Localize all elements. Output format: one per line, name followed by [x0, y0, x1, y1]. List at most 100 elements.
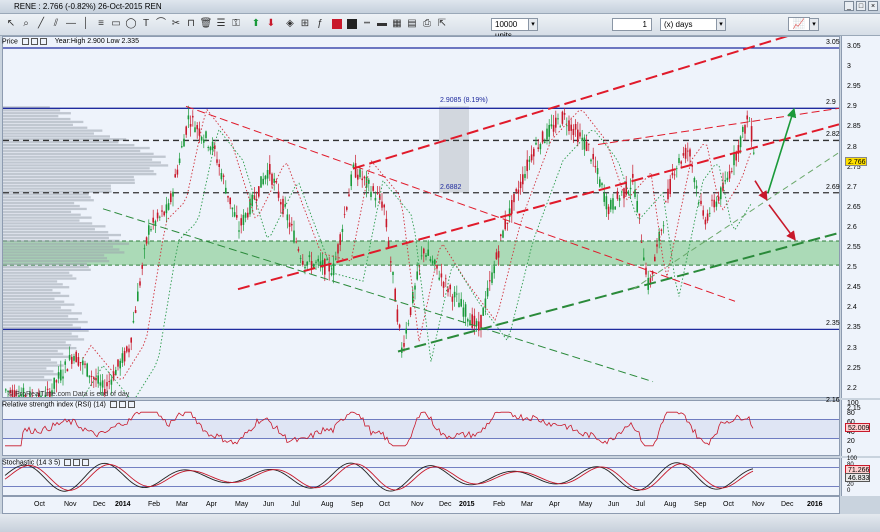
- chart-type-icon[interactable]: 📈: [788, 17, 810, 31]
- year-range-text: Year:High 2.900 Low 2.335: [54, 38, 139, 46]
- panel-close-icon[interactable]: [73, 459, 81, 466]
- panel-close-icon[interactable]: [30, 38, 38, 45]
- x-tick-label: Feb: [148, 501, 161, 508]
- rsi-tick-label: 80: [847, 409, 855, 417]
- upper-thin-red-line: [597, 107, 839, 145]
- price-label: Price: [2, 38, 18, 46]
- panel-expand-icon[interactable]: [39, 38, 47, 45]
- price-tick-label: 3.05: [847, 43, 861, 50]
- cursor-icon[interactable]: ↖: [4, 17, 18, 31]
- x-tick-label: Aug: [321, 501, 334, 508]
- list-icon[interactable]: ☰: [214, 17, 228, 31]
- measure-rectangle: [439, 106, 469, 193]
- price-panel-header: Price Year:High 2.900 Low 2.335: [2, 38, 139, 48]
- stochastic-chart[interactable]: [3, 459, 839, 495]
- annotation-level-label: 2.6882: [440, 183, 462, 191]
- window-titlebar: RENE : 2.766 (-0.82%) 26-Oct-2015 REN _ …: [0, 0, 880, 14]
- x-tick-label: Dec: [439, 501, 452, 508]
- x-tick-label: Dec: [781, 501, 794, 508]
- tools-icon[interactable]: ✂: [169, 17, 183, 31]
- price-tick-label: 2.2: [847, 384, 857, 392]
- color-red-icon[interactable]: [330, 17, 344, 31]
- close-button[interactable]: ×: [868, 1, 878, 11]
- x-tick-label: 2016: [807, 501, 823, 508]
- export-icon[interactable]: ⇱: [435, 17, 449, 31]
- annotation-high-label: 2.9085 (8.19%): [440, 97, 488, 105]
- vertical-line-icon[interactable]: │: [79, 17, 93, 31]
- x-tick-label: Nov: [411, 501, 424, 508]
- level-label: 2.82: [826, 131, 840, 139]
- chevron-down-icon[interactable]: ▾: [809, 18, 819, 31]
- x-tick-label: May: [579, 501, 593, 508]
- arc-icon[interactable]: ⌒: [154, 17, 168, 31]
- price-chart[interactable]: [3, 37, 839, 397]
- price-tick-label: 2.5: [847, 264, 857, 272]
- price-tick-label: 2.95: [847, 83, 861, 91]
- chevron-down-icon[interactable]: ▾: [528, 18, 538, 31]
- channel-upper-red-line: [352, 37, 788, 170]
- magnet-icon[interactable]: ⊓: [184, 17, 198, 31]
- print-icon[interactable]: ⎙: [420, 17, 434, 31]
- lock-icon[interactable]: ⚿: [229, 17, 243, 31]
- maximize-button[interactable]: □: [856, 1, 866, 11]
- chevron-down-icon[interactable]: ▾: [716, 18, 726, 31]
- panel-close-icon[interactable]: [118, 401, 126, 408]
- up-arrow: [767, 107, 797, 193]
- panel-settings-icon[interactable]: [109, 401, 117, 408]
- buy-arrow-icon[interactable]: ⬆: [249, 17, 263, 31]
- x-tick-label: Oct: [379, 501, 390, 508]
- panel-expand-icon[interactable]: [82, 459, 90, 466]
- x-tick-label: Aug: [664, 501, 677, 508]
- stochastic-tick-label: 100: [847, 456, 858, 462]
- price-tick-label: 2.4: [847, 304, 857, 312]
- time-x-axis[interactable]: Oct Nov Dec 2014 Feb Mar Apr May Jun Jul Aug Sep Oct…: [2, 496, 840, 514]
- x-tick-label: Mar: [176, 501, 189, 508]
- level-label: 2.69: [826, 183, 840, 191]
- minimize-button[interactable]: _: [844, 1, 854, 11]
- rsi-tick-label: 100: [847, 400, 859, 407]
- channel-icon[interactable]: ⫽: [49, 17, 63, 31]
- ellipse-icon[interactable]: ◯: [124, 17, 138, 31]
- panel-expand-icon[interactable]: [127, 401, 135, 408]
- down-arrow-short: [754, 180, 768, 201]
- line-width-icon[interactable]: ▬: [375, 17, 389, 31]
- alert-icon[interactable]: ◈: [283, 17, 297, 31]
- layout-icon[interactable]: ▤: [405, 17, 419, 31]
- price-tick-label: 2.65: [847, 203, 861, 211]
- price-tick-label: 3: [847, 63, 851, 71]
- price-tick-label: 2.35: [847, 324, 861, 332]
- line-style-icon[interactable]: ┅: [360, 17, 374, 31]
- x-tick-label: Oct: [723, 501, 734, 508]
- chart-toolbar: ↖ ⌕ ╱ ⫽ ― │ ≡ ▭ ◯ T ⌒ ✂ ⊓ 🗑 ☰ ⚿ ⬆ ⬇ ◈ ⊞ …: [0, 14, 880, 40]
- downtrend-green-line: [102, 208, 654, 383]
- compare-icon[interactable]: ⊞: [298, 17, 312, 31]
- x-tick-label: Jun: [608, 501, 620, 508]
- price-tick-label: 2.6: [847, 223, 857, 231]
- last-price-tag: 2.766: [845, 157, 867, 167]
- zoom-icon[interactable]: ⌕: [19, 17, 33, 31]
- status-bar: [0, 514, 880, 532]
- grid-icon[interactable]: ▦: [390, 17, 404, 31]
- trash-icon[interactable]: 🗑: [199, 17, 213, 31]
- color-black-icon[interactable]: [345, 17, 359, 31]
- fibonacci-icon[interactable]: ≡: [94, 17, 108, 31]
- x-tick-label: Sep: [351, 501, 364, 508]
- period-count-input[interactable]: 1: [612, 18, 652, 31]
- horizontal-line-icon[interactable]: ―: [64, 17, 78, 31]
- price-tick-label: 2.45: [847, 284, 861, 292]
- sell-arrow-icon[interactable]: ⬇: [264, 17, 278, 31]
- level-label: 2.9: [826, 99, 836, 107]
- stochastic-panel-header: Stochastic (14 3 5): [2, 459, 90, 469]
- x-tick-label: Jul: [636, 501, 645, 508]
- panel-settings-icon[interactable]: [64, 459, 72, 466]
- rectangle-icon[interactable]: ▭: [109, 17, 123, 31]
- x-tick-label: Dec: [93, 501, 106, 508]
- text-icon[interactable]: T: [139, 17, 153, 31]
- panel-settings-icon[interactable]: [21, 38, 29, 45]
- watermark: © ProRealTime.com Data is end of day: [8, 391, 130, 398]
- indicator-icon[interactable]: ƒ: [313, 17, 327, 31]
- x-tick-label: Jul: [291, 501, 300, 508]
- trendline-icon[interactable]: ╱: [34, 17, 48, 31]
- x-tick-label: Feb: [493, 501, 506, 508]
- price-tick-label: 2.3: [847, 344, 857, 352]
